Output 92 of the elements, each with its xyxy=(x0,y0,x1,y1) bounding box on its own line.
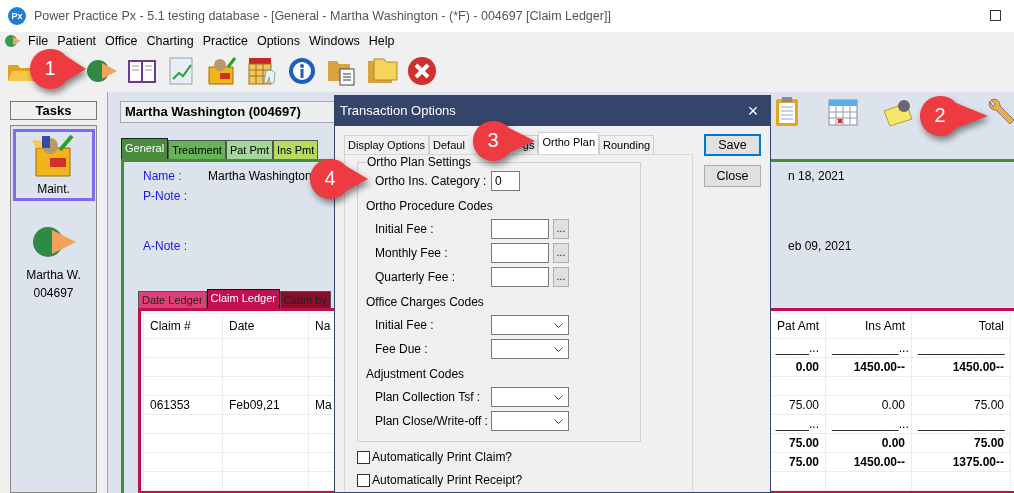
table-cell: 1450.00-- xyxy=(825,452,912,472)
input-field[interactable] xyxy=(491,267,549,287)
table-cell: 0.00 xyxy=(825,395,912,415)
date-text: eb 09, 2021 xyxy=(788,238,853,255)
table-cell: _____________ xyxy=(911,338,1011,358)
calendar-grid-icon[interactable] xyxy=(246,55,278,87)
column-header: Claim # xyxy=(143,313,223,339)
checkbox[interactable] xyxy=(357,450,370,464)
table-cell: Feb09,21 xyxy=(222,395,309,415)
field-value: Martha Washington xyxy=(208,169,312,183)
input-field[interactable] xyxy=(491,219,549,239)
dropdown[interactable] xyxy=(491,411,569,431)
task-label: 004697 xyxy=(32,285,75,302)
chevron-down-icon xyxy=(554,418,563,424)
tab[interactable]: Display Options xyxy=(344,135,430,154)
table-cell: 061353 xyxy=(143,395,223,415)
field-label: Monthly Fee : xyxy=(375,245,449,262)
tab[interactable]: Pat Pmt xyxy=(225,140,273,159)
window-title: Power Practice Px - 5.1 testing database - [General - Martha Washington - (*F) - 004697 [Claim Ledger]] xyxy=(34,7,611,25)
browse-button[interactable]: ... xyxy=(553,267,569,287)
dropdown[interactable] xyxy=(491,339,569,359)
chevron-down-icon xyxy=(554,322,563,328)
task-label: Martha W. xyxy=(25,267,82,284)
field-label: Initial Fee : xyxy=(375,221,435,238)
browse-button[interactable]: ... xyxy=(553,219,569,239)
app-logo-icon: Px xyxy=(8,7,26,25)
task-item[interactable]: Maint. xyxy=(12,129,95,201)
section-heading: Adjustment Codes xyxy=(366,366,465,383)
column-header: Total xyxy=(911,313,1011,339)
field-label: Name : xyxy=(143,168,183,185)
browse-button[interactable]: ... xyxy=(553,243,569,263)
chevron-down-icon xyxy=(554,346,563,352)
step-marker: 1 xyxy=(30,48,86,90)
field-label: Ortho Ins. Category : xyxy=(375,173,488,190)
field-label: Quarterly Fee : xyxy=(375,269,457,286)
menu-item[interactable]: Patient xyxy=(57,31,97,51)
field-label: P-Note : xyxy=(143,188,188,205)
tab[interactable]: General xyxy=(121,138,169,159)
tab[interactable]: Claim Ledger xyxy=(206,289,280,308)
section-heading: Office Charges Codes xyxy=(366,294,484,311)
dialog-title: Transaction Options xyxy=(340,102,456,121)
dialog-button[interactable]: Close xyxy=(704,165,761,187)
date-text: n 18, 2021 xyxy=(788,168,846,185)
checkbox[interactable] xyxy=(357,473,370,487)
menu-item[interactable]: File xyxy=(28,31,49,51)
table-cell: 0.00 xyxy=(825,433,912,453)
tab[interactable]: Date Ledger xyxy=(138,291,207,308)
checkbox-label: Automatically Print Claim? xyxy=(372,449,513,466)
menu-item[interactable]: Windows xyxy=(309,31,360,51)
tab[interactable]: Ortho Plan xyxy=(538,132,600,154)
sticky-note-icon[interactable] xyxy=(882,97,916,127)
checkbox-label: Automatically Print Receipt? xyxy=(372,472,523,489)
tab[interactable]: Ins Pmt xyxy=(273,140,319,159)
column-header: Date xyxy=(222,313,309,339)
input-field[interactable]: 0 xyxy=(491,171,520,191)
field-label: Initial Fee : xyxy=(375,317,435,334)
dropdown[interactable] xyxy=(491,387,569,407)
table-cell: __________... xyxy=(825,338,912,358)
panel-heading: Tasks xyxy=(10,101,97,120)
menu-item[interactable]: Options xyxy=(256,31,300,51)
table-cell: _____________ xyxy=(911,414,1011,434)
chevron-down-icon xyxy=(554,394,563,400)
table-cell: 1450.00-- xyxy=(825,357,912,377)
dollar-arrow-icon[interactable] xyxy=(4,33,22,49)
dropdown[interactable] xyxy=(491,315,569,335)
calendar-icon[interactable] xyxy=(826,97,860,127)
group-title: Ortho Plan Settings xyxy=(366,155,473,169)
tab[interactable]: Defaul xyxy=(429,135,468,154)
menu-item[interactable]: Charting xyxy=(146,31,194,51)
table-cell: 1375.00-- xyxy=(911,452,1011,472)
input-field[interactable] xyxy=(491,243,549,263)
menu-item[interactable]: Office xyxy=(105,31,138,51)
field-label: A-Note : xyxy=(143,238,188,255)
table-cell: 1450.00-- xyxy=(911,357,1011,377)
section-heading: Ortho Procedure Codes xyxy=(366,198,493,215)
field-label: Plan Close/Write-off : xyxy=(375,413,489,430)
task-item[interactable]: Martha W. 004697 xyxy=(12,215,95,305)
menu-item[interactable]: Help xyxy=(368,31,395,51)
box-icon[interactable] xyxy=(206,55,238,87)
table-cell: __________... xyxy=(825,414,912,434)
dialog-button[interactable]: Save xyxy=(704,134,761,156)
info-icon[interactable] xyxy=(286,55,318,87)
field-label: Fee Due : xyxy=(375,341,429,358)
menu-item[interactable]: Practice xyxy=(202,31,248,51)
column-header: Ins Amt xyxy=(825,313,912,339)
close-icon[interactable] xyxy=(406,55,438,87)
tab[interactable]: Rounding xyxy=(599,135,655,154)
tab[interactable]: Treatment xyxy=(168,140,226,159)
table-cell: 75.00 xyxy=(911,433,1011,453)
maximize-icon[interactable] xyxy=(990,10,1001,21)
table-cell: 75.00 xyxy=(911,395,1011,415)
task-label: Maint. xyxy=(36,181,71,198)
